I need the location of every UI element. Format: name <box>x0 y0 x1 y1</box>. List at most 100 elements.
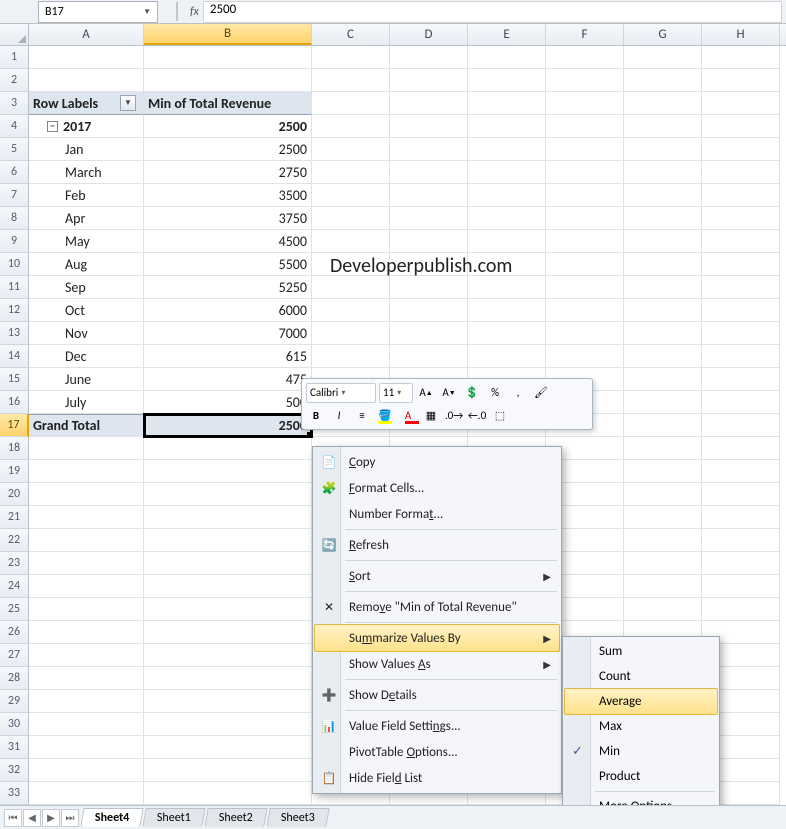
cell[interactable] <box>29 552 144 575</box>
sub-sum[interactable]: Sum <box>565 639 717 664</box>
font-size-dropdown[interactable]: 11 <box>379 383 413 403</box>
cell[interactable] <box>29 667 144 690</box>
cell[interactable] <box>546 92 624 115</box>
cell[interactable] <box>29 460 144 483</box>
col-header-F[interactable]: F <box>546 24 624 45</box>
pivot-row-value[interactable]: 5500 <box>144 253 312 276</box>
cell[interactable] <box>468 92 546 115</box>
cell[interactable] <box>144 69 312 92</box>
cell[interactable] <box>702 598 780 621</box>
cell[interactable] <box>702 92 780 115</box>
col-header-B[interactable]: B <box>144 24 312 45</box>
cell[interactable] <box>144 46 312 69</box>
cell[interactable] <box>312 322 390 345</box>
cell[interactable] <box>144 713 312 736</box>
ctx-refresh[interactable]: 🔄Refresh <box>315 532 559 558</box>
cell[interactable] <box>29 506 144 529</box>
cell[interactable] <box>312 253 390 276</box>
ctx-summarize-values-by[interactable]: Summarize Values By▶ <box>314 624 560 652</box>
cell[interactable] <box>29 69 144 92</box>
cell[interactable] <box>29 736 144 759</box>
percent-format-icon[interactable]: % <box>485 383 505 403</box>
sub-average[interactable]: Average <box>564 688 718 715</box>
cell[interactable] <box>390 184 468 207</box>
pivot-grand-total-value[interactable]: 2500 <box>144 414 312 437</box>
cell[interactable] <box>468 69 546 92</box>
cell[interactable] <box>546 69 624 92</box>
cell[interactable] <box>468 184 546 207</box>
cell[interactable] <box>390 299 468 322</box>
cell[interactable] <box>702 276 780 299</box>
chevron-down-icon[interactable]: ▼ <box>143 7 151 17</box>
cell[interactable] <box>624 184 702 207</box>
pivot-row-label[interactable]: Oct <box>29 299 144 322</box>
col-header-G[interactable]: G <box>624 24 702 45</box>
row-header[interactable]: 10 <box>0 253 29 276</box>
cell[interactable] <box>546 46 624 69</box>
pivot-year-row[interactable]: −2017 <box>29 115 144 138</box>
ctx-show-values-as[interactable]: Show Values As▶ <box>315 651 559 677</box>
cell[interactable] <box>468 299 546 322</box>
cell[interactable] <box>624 414 702 437</box>
row-header[interactable]: 15 <box>0 368 29 391</box>
cell[interactable] <box>468 253 546 276</box>
col-header-C[interactable]: C <box>312 24 390 45</box>
cell[interactable] <box>468 345 546 368</box>
decrease-decimal-icon[interactable]: ←.0 <box>467 406 487 426</box>
row-header[interactable]: 30 <box>0 713 29 736</box>
cell[interactable] <box>29 46 144 69</box>
cell[interactable] <box>702 230 780 253</box>
ctx-number-format[interactable]: Number Format... <box>315 501 559 527</box>
comma-format-icon[interactable]: , <box>508 383 528 403</box>
row-header[interactable]: 18 <box>0 437 29 460</box>
cell[interactable] <box>546 322 624 345</box>
cell[interactable] <box>468 46 546 69</box>
ctx-sort[interactable]: Sort▶ <box>315 563 559 589</box>
sub-max[interactable]: Max <box>565 714 717 739</box>
cell[interactable] <box>546 161 624 184</box>
cell[interactable] <box>624 460 702 483</box>
cell[interactable] <box>702 437 780 460</box>
cell[interactable] <box>29 782 144 805</box>
cell[interactable] <box>702 414 780 437</box>
row-header[interactable]: 6 <box>0 161 29 184</box>
cell[interactable] <box>702 299 780 322</box>
cell[interactable] <box>624 69 702 92</box>
cell[interactable] <box>702 207 780 230</box>
cell[interactable] <box>144 690 312 713</box>
cell[interactable] <box>144 529 312 552</box>
cell[interactable] <box>29 598 144 621</box>
cell[interactable] <box>144 782 312 805</box>
cell[interactable] <box>312 230 390 253</box>
cell[interactable] <box>312 115 390 138</box>
pivot-row-value[interactable]: 3500 <box>144 184 312 207</box>
ctx-show-details[interactable]: ➕Show Details <box>315 682 559 708</box>
ctx-format-cells[interactable]: 🧩Format Cells... <box>315 475 559 501</box>
row-header[interactable]: 17 <box>0 414 29 437</box>
row-header[interactable]: 23 <box>0 552 29 575</box>
pivot-row-label[interactable]: Jan <box>29 138 144 161</box>
cell[interactable] <box>312 207 390 230</box>
pivot-row-value[interactable]: 4500 <box>144 230 312 253</box>
cell[interactable] <box>702 483 780 506</box>
row-header[interactable]: 9 <box>0 230 29 253</box>
row-header[interactable]: 20 <box>0 483 29 506</box>
pivot-row-label[interactable]: July <box>29 391 144 414</box>
cell[interactable] <box>624 207 702 230</box>
cell[interactable] <box>29 644 144 667</box>
cell[interactable] <box>702 138 780 161</box>
cell[interactable] <box>29 690 144 713</box>
cell[interactable] <box>702 345 780 368</box>
row-header[interactable]: 24 <box>0 575 29 598</box>
bold-icon[interactable]: B <box>306 406 326 426</box>
last-sheet-icon[interactable]: ⏭ <box>61 809 79 827</box>
cell[interactable] <box>29 575 144 598</box>
pivot-row-label[interactable]: Aug <box>29 253 144 276</box>
pivot-row-label[interactable]: Dec <box>29 345 144 368</box>
filter-dropdown-icon[interactable]: ▼ <box>120 95 136 111</box>
cell[interactable] <box>29 529 144 552</box>
cell[interactable] <box>312 276 390 299</box>
sheet-tab[interactable]: Sheet1 <box>143 808 206 827</box>
borders-icon[interactable]: ▦ <box>421 406 441 426</box>
row-header[interactable]: 19 <box>0 460 29 483</box>
